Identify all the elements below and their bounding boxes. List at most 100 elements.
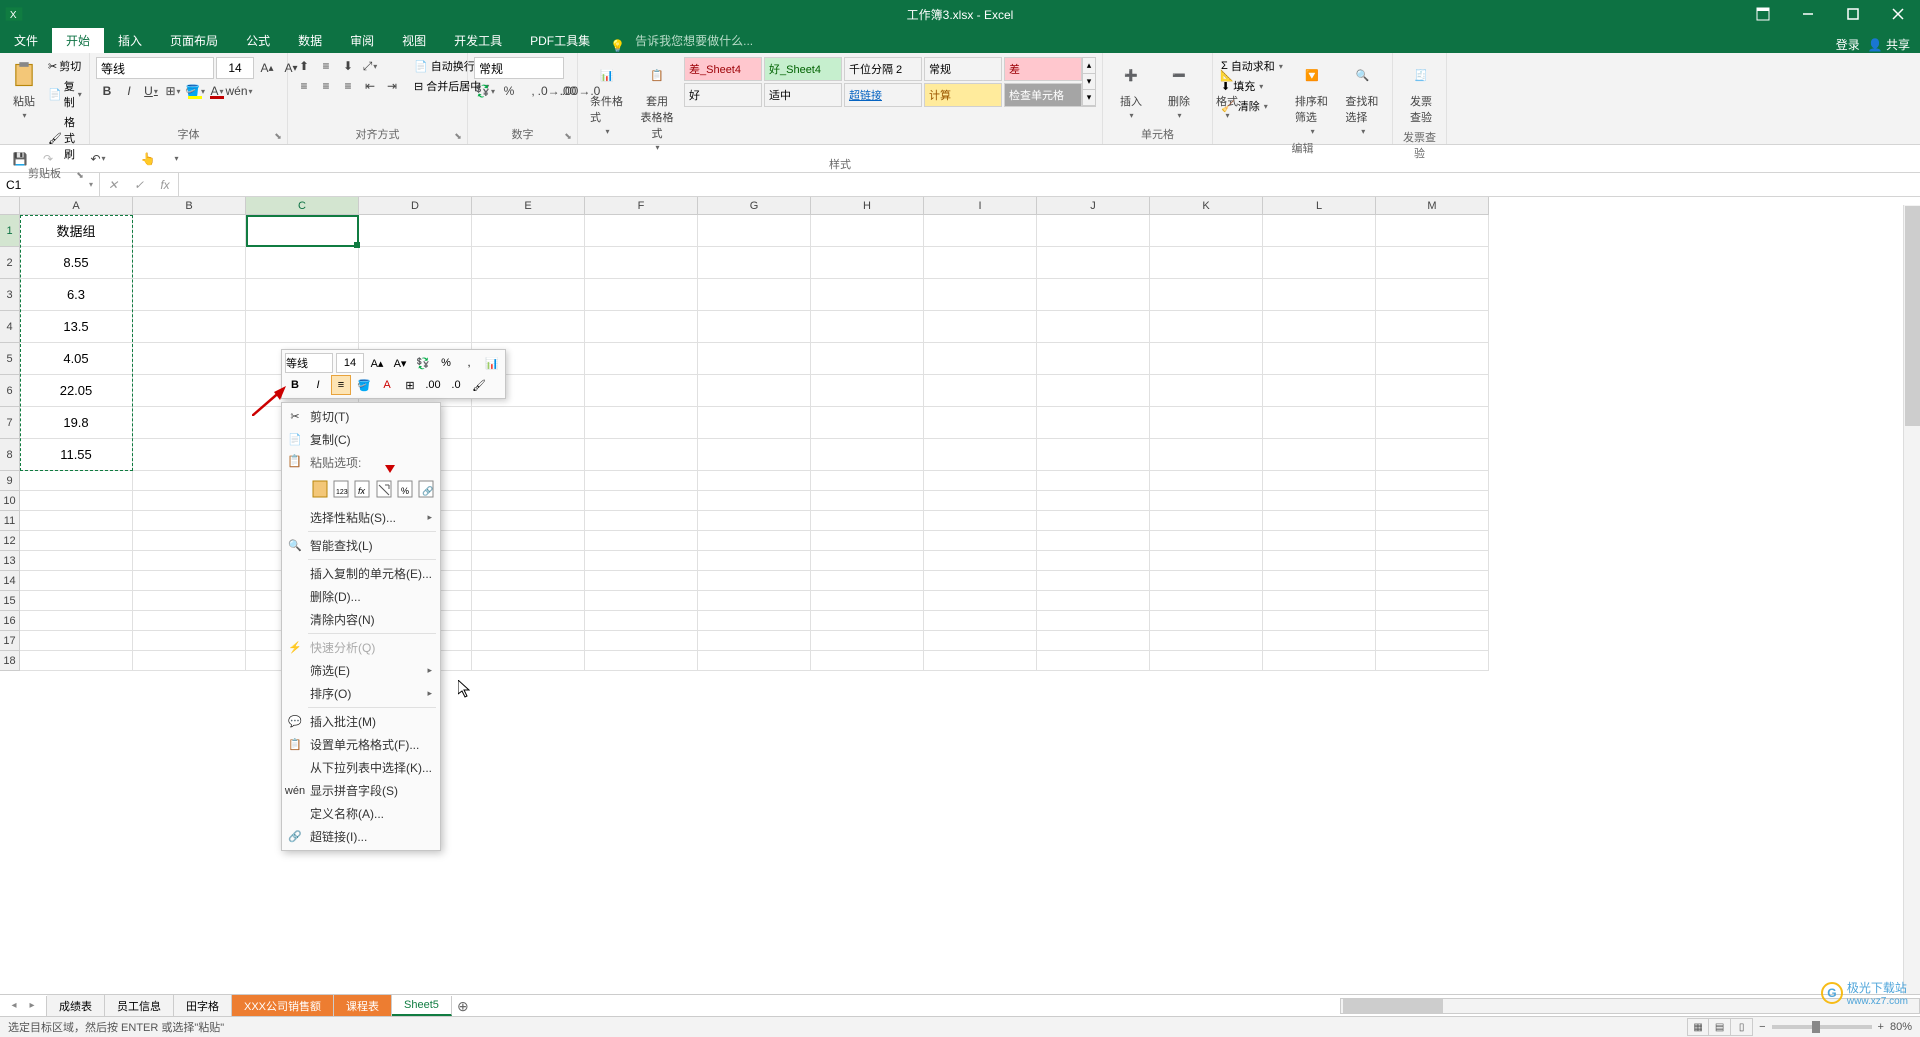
col-header-M[interactable]: M xyxy=(1376,197,1489,215)
number-launcher[interactable]: ⬊ xyxy=(563,131,573,141)
gallery-up-icon[interactable]: ▴ xyxy=(1083,58,1095,74)
clipboard-launcher[interactable]: ⬊ xyxy=(75,170,85,180)
cell-I16[interactable] xyxy=(924,611,1037,631)
cell-J4[interactable] xyxy=(1037,311,1150,343)
cm-insert-copied[interactable]: 插入复制的单元格(E)... xyxy=(282,562,440,585)
cell-B9[interactable] xyxy=(133,471,246,491)
col-header-F[interactable]: F xyxy=(585,197,698,215)
row-header-18[interactable]: 18 xyxy=(0,651,20,671)
mini-bold-icon[interactable]: B xyxy=(285,375,305,395)
cell-G7[interactable] xyxy=(698,407,811,439)
find-select-button[interactable]: 🔍查找和选择▾ xyxy=(1339,57,1386,138)
paste-formulas-icon[interactable]: fx xyxy=(352,476,372,502)
cm-define-name[interactable]: 定义名称(A)... xyxy=(282,802,440,825)
cell-F3[interactable] xyxy=(585,279,698,311)
cell-K11[interactable] xyxy=(1150,511,1263,531)
cell-K9[interactable] xyxy=(1150,471,1263,491)
cell-M4[interactable] xyxy=(1376,311,1489,343)
cell-F16[interactable] xyxy=(585,611,698,631)
cell-L15[interactable] xyxy=(1263,591,1376,611)
cell-E2[interactable] xyxy=(472,247,585,279)
col-header-E[interactable]: E xyxy=(472,197,585,215)
border-button[interactable]: ⊞▾ xyxy=(162,81,184,101)
cm-dropdown-pick[interactable]: 从下拉列表中选择(K)... xyxy=(282,756,440,779)
cell-K2[interactable] xyxy=(1150,247,1263,279)
cell-B15[interactable] xyxy=(133,591,246,611)
row-header-1[interactable]: 1 xyxy=(0,215,20,247)
cell-G4[interactable] xyxy=(698,311,811,343)
row-header-4[interactable]: 4 xyxy=(0,311,20,343)
cell-H2[interactable] xyxy=(811,247,924,279)
cell-style-neutral[interactable]: 适中 xyxy=(764,83,842,107)
cell-A17[interactable] xyxy=(20,631,133,651)
cell-A18[interactable] xyxy=(20,651,133,671)
cell-K17[interactable] xyxy=(1150,631,1263,651)
tab-page-layout[interactable]: 页面布局 xyxy=(156,28,232,53)
styles-gallery-scroll[interactable]: ▴ ▾ ▾ xyxy=(1082,57,1096,107)
cell-G10[interactable] xyxy=(698,491,811,511)
cell-L7[interactable] xyxy=(1263,407,1376,439)
phonetic-button[interactable]: wén▾ xyxy=(228,81,250,101)
cell-I1[interactable] xyxy=(924,215,1037,247)
zoom-slider[interactable] xyxy=(1772,1025,1872,1029)
cell-M18[interactable] xyxy=(1376,651,1489,671)
row-header-3[interactable]: 3 xyxy=(0,279,20,311)
cell-G16[interactable] xyxy=(698,611,811,631)
bold-button[interactable]: B xyxy=(96,81,118,101)
cell-style-normal[interactable]: 常规 xyxy=(924,57,1002,81)
cell-A12[interactable] xyxy=(20,531,133,551)
cell-H15[interactable] xyxy=(811,591,924,611)
cell-E14[interactable] xyxy=(472,571,585,591)
cm-copy[interactable]: 📄复制(C) xyxy=(282,428,440,451)
cut-button[interactable]: ✂ 剪切 xyxy=(46,57,84,75)
cell-I8[interactable] xyxy=(924,439,1037,471)
accounting-format-icon[interactable]: 💱▾ xyxy=(474,81,496,101)
cell-H11[interactable] xyxy=(811,511,924,531)
cell-B14[interactable] xyxy=(133,571,246,591)
cell-L9[interactable] xyxy=(1263,471,1376,491)
invoice-verify-button[interactable]: 🧾发票 查验 xyxy=(1399,57,1443,127)
cell-H4[interactable] xyxy=(811,311,924,343)
font-color-button[interactable]: A▾ xyxy=(206,81,228,101)
cell-B2[interactable] xyxy=(133,247,246,279)
indent-decrease-icon[interactable]: ⇤ xyxy=(360,77,380,95)
cell-K1[interactable] xyxy=(1150,215,1263,247)
cell-M15[interactable] xyxy=(1376,591,1489,611)
cell-B10[interactable] xyxy=(133,491,246,511)
cell-G13[interactable] xyxy=(698,551,811,571)
insert-function-icon[interactable]: fx xyxy=(152,174,178,196)
cell-H10[interactable] xyxy=(811,491,924,511)
cell-E1[interactable] xyxy=(472,215,585,247)
orientation-icon[interactable]: ⤢▾ xyxy=(360,57,380,75)
col-header-D[interactable]: D xyxy=(359,197,472,215)
row-header-8[interactable]: 8 xyxy=(0,439,20,471)
cell-B1[interactable] xyxy=(133,215,246,247)
cell-L5[interactable] xyxy=(1263,343,1376,375)
cell-E9[interactable] xyxy=(472,471,585,491)
cell-L18[interactable] xyxy=(1263,651,1376,671)
cell-L6[interactable] xyxy=(1263,375,1376,407)
cell-J14[interactable] xyxy=(1037,571,1150,591)
cm-clear[interactable]: 清除内容(N) xyxy=(282,608,440,631)
cell-A4[interactable]: 13.5 xyxy=(20,311,133,343)
cell-M11[interactable] xyxy=(1376,511,1489,531)
cell-H6[interactable] xyxy=(811,375,924,407)
sheet-nav-first-icon[interactable]: ◂ xyxy=(6,996,22,1016)
cell-K13[interactable] xyxy=(1150,551,1263,571)
cell-F5[interactable] xyxy=(585,343,698,375)
cell-M13[interactable] xyxy=(1376,551,1489,571)
cell-M5[interactable] xyxy=(1376,343,1489,375)
sort-filter-button[interactable]: 🔽排序和筛选▾ xyxy=(1289,57,1336,138)
login-link[interactable]: 登录 xyxy=(1836,36,1860,53)
cell-style-calculation[interactable]: 计算 xyxy=(924,83,1002,107)
tab-pdf[interactable]: PDF工具集 xyxy=(516,28,604,53)
cell-K7[interactable] xyxy=(1150,407,1263,439)
paste-link-icon[interactable]: 🔗 xyxy=(416,476,436,502)
cell-I17[interactable] xyxy=(924,631,1037,651)
cell-F10[interactable] xyxy=(585,491,698,511)
cell-J9[interactable] xyxy=(1037,471,1150,491)
cancel-entry-icon[interactable]: ✕ xyxy=(100,174,126,196)
cell-F12[interactable] xyxy=(585,531,698,551)
cell-H3[interactable] xyxy=(811,279,924,311)
view-normal-icon[interactable]: ▦ xyxy=(1687,1018,1709,1036)
